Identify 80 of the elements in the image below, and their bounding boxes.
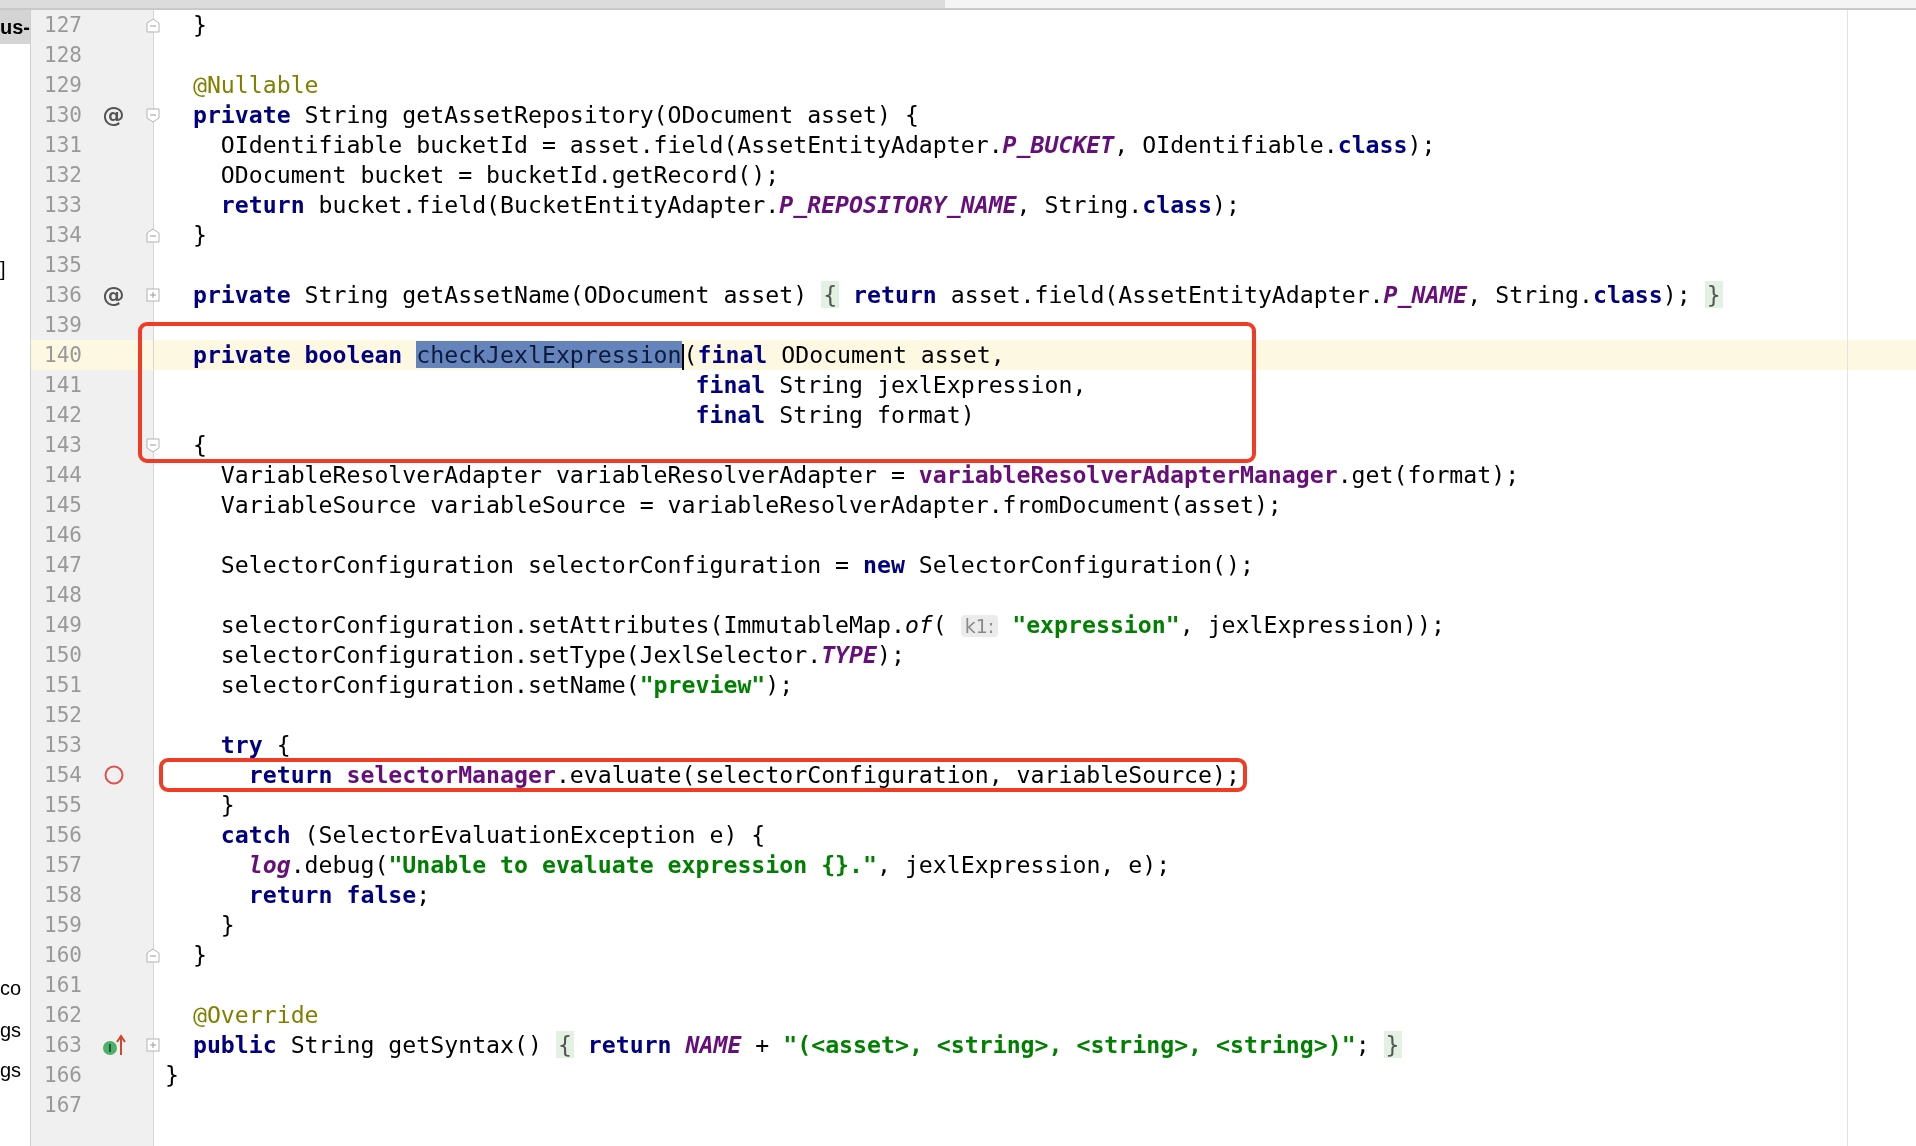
code-line: } [191, 941, 207, 968]
line-number: 142 [43, 402, 82, 429]
code-line: return bucket.field(BucketEntityAdapter.P_REPOSITORY_NAME, String.class); [219, 191, 1240, 218]
line-number: 140 [43, 342, 82, 369]
code-line: selectorConfiguration.setType(JexlSelector.TYPE); [219, 641, 905, 668]
code-line: private boolean checkJexlExpression(final ODocument asset, [191, 341, 1005, 368]
code-line: return false; [247, 881, 431, 908]
line-number: 163 [43, 1032, 82, 1059]
line-number: 132 [43, 162, 82, 189]
line-number: 152 [43, 702, 82, 729]
fold-plus-icon[interactable] [145, 286, 161, 304]
tree-item[interactable]: us- [0, 10, 30, 44]
code-line: SelectorConfiguration selectorConfiguration = new SelectorConfiguration(); [219, 551, 1254, 578]
line-number: 129 [43, 72, 82, 99]
line-number: 161 [43, 972, 82, 999]
scrollbar-thumb[interactable] [0, 0, 945, 8]
code-line: VariableSource variableSource = variableResolverAdapter.fromDocument(asset); [219, 491, 1282, 518]
line-number: 130 [43, 102, 82, 129]
line-number: 167 [43, 1092, 82, 1119]
code-line: selectorConfiguration.setName("preview"); [219, 671, 794, 698]
code-line: try { [219, 731, 291, 758]
fold-minus-icon[interactable] [145, 16, 161, 34]
line-number: 134 [43, 222, 82, 249]
line-number: 128 [43, 42, 82, 69]
code-line: } [191, 221, 207, 248]
line-number: 148 [43, 582, 82, 609]
code-line: } [219, 911, 235, 938]
line-number: 146 [43, 522, 82, 549]
line-number: 150 [43, 642, 82, 669]
code-line: } [165, 1061, 179, 1088]
code-line: selectorConfiguration.setAttributes(ImmutableMap.of( k1: "expression", jexlExpression)); [219, 611, 1445, 638]
line-number: 144 [43, 462, 82, 489]
code-line: return selectorManager.evaluate(selectorConfiguration, variableSource); [247, 761, 1240, 788]
line-number: 141 [43, 372, 82, 399]
line-number: 156 [43, 822, 82, 849]
line-number: 133 [43, 192, 82, 219]
line-number: 155 [43, 792, 82, 819]
code-line: final String jexlExpression, [694, 371, 1087, 398]
line-number: 158 [43, 882, 82, 909]
line-number: 159 [43, 912, 82, 939]
line-number: 162 [43, 1002, 82, 1029]
code-line: @Nullable [191, 71, 319, 98]
code-line: final String format) [694, 401, 975, 428]
line-number: 151 [43, 672, 82, 699]
line-number: 127 [43, 12, 82, 39]
code-line: public String getSyntax() { return NAME + "(<asset>, <string>, <string>, <string>)"; } [191, 1031, 1402, 1058]
line-number: 160 [43, 942, 82, 969]
code-line: catch (SelectorEvaluationException e) { [219, 821, 766, 848]
horizontal-scrollbar[interactable] [0, 0, 1916, 10]
code-line: private String getAssetRepository(ODocument asset) { [191, 101, 919, 128]
line-number: 154 [43, 762, 82, 789]
line-number: 166 [43, 1062, 82, 1089]
code-line: OIdentifiable bucketId = asset.field(AssetEntityAdapter.P_BUCKET, OIdentifiable.class); [219, 131, 1436, 158]
fold-minus-icon[interactable] [145, 946, 161, 964]
code-line: log.debug("Unable to evaluate expression {}.", jexlExpression, e); [247, 851, 1171, 878]
code-line: { [191, 431, 207, 458]
line-number: 147 [43, 552, 82, 579]
code-line: } [191, 11, 207, 38]
line-number: 143 [43, 432, 82, 459]
line-number: 131 [43, 132, 82, 159]
override-marker-icon[interactable]: @ [102, 104, 125, 126]
breakpoint-icon[interactable] [102, 764, 125, 786]
line-number: 157 [43, 852, 82, 879]
fold-plus-icon[interactable] [145, 1036, 161, 1054]
fold-minus-icon[interactable] [145, 226, 161, 244]
code-line: ODocument bucket = bucketId.getRecord(); [219, 161, 780, 188]
code-line: @Override [191, 1001, 319, 1028]
code-line: VariableResolverAdapter variableResolverAdapter = variableResolverAdapterManager.get(format); [219, 461, 1520, 488]
line-number: 149 [43, 612, 82, 639]
line-number: 145 [43, 492, 82, 519]
line-number: 135 [43, 252, 82, 279]
line-number: 139 [43, 312, 82, 339]
override-marker-icon[interactable]: @ [102, 284, 125, 306]
fold-minus-icon[interactable] [145, 106, 161, 124]
line-number: 153 [43, 732, 82, 759]
code-line: } [219, 791, 235, 818]
implements-marker-icon[interactable] [101, 1033, 126, 1057]
fold-minus-icon[interactable] [145, 436, 161, 454]
code-line: private String getAssetName(ODocument asset) { return asset.field(AssetEntityAdapter.P_NAME, String.class); } [191, 281, 1723, 308]
line-number: 136 [43, 282, 82, 309]
